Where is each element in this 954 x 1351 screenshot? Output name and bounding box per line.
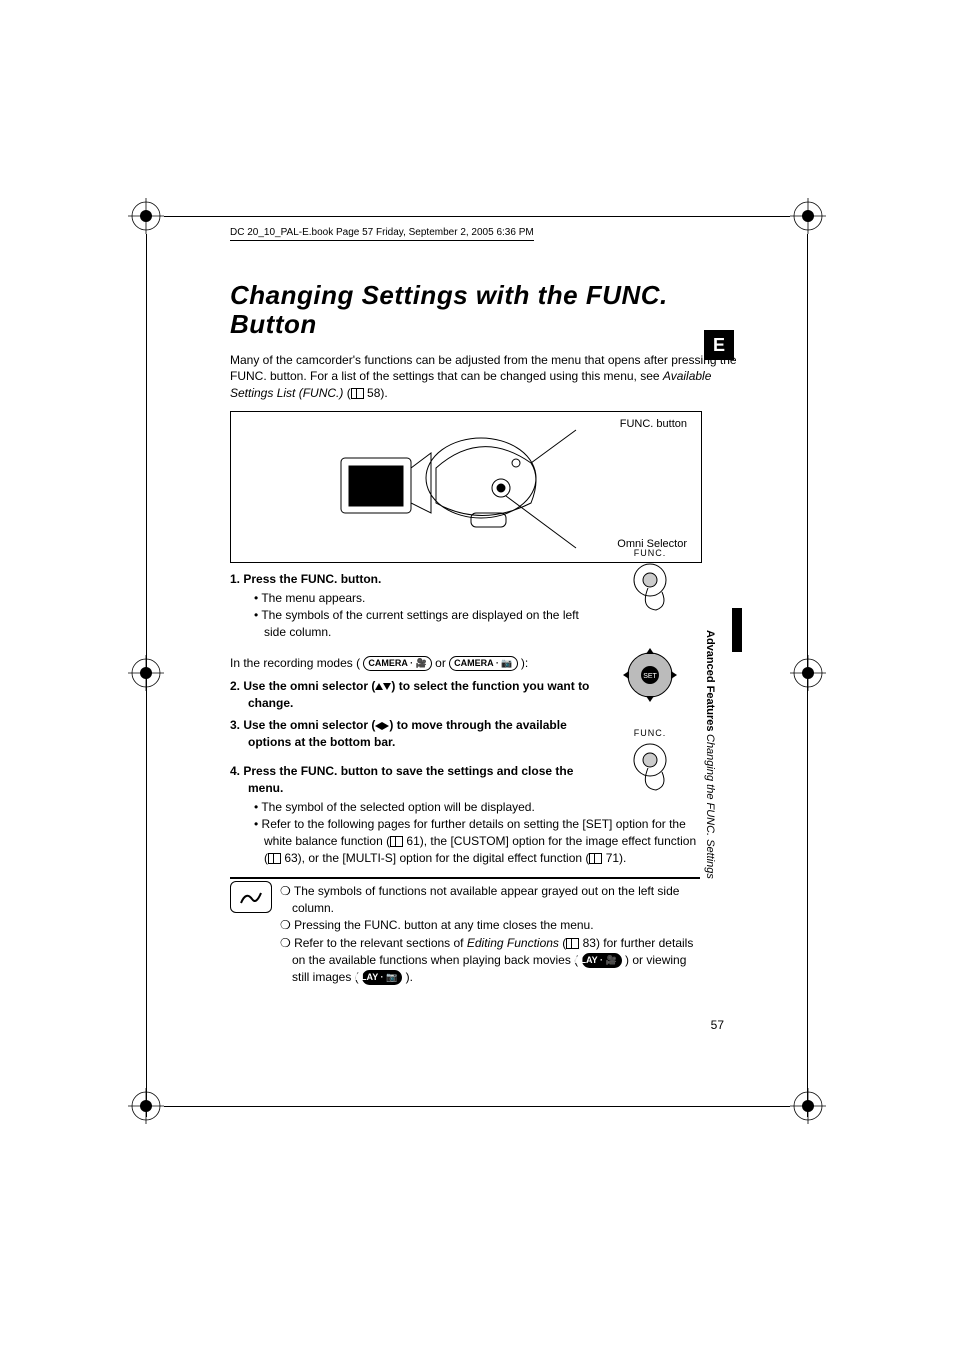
hand-press-icon bbox=[610, 738, 690, 794]
camera-movie-mode-badge: CAMERA · 🎥 bbox=[363, 656, 431, 671]
registration-mark-icon bbox=[128, 1088, 164, 1124]
step-2-heading: 2. Use the omni selector () to select th… bbox=[230, 678, 600, 712]
notes-section: ❍ The symbols of functions not available… bbox=[230, 879, 700, 986]
section-index-tab bbox=[732, 608, 742, 652]
set-label: SET bbox=[643, 673, 657, 680]
note-3-end: ). bbox=[402, 970, 413, 984]
note-3: ❍ Refer to the relevant sections of Edit… bbox=[280, 935, 700, 985]
recmode-mid: or bbox=[435, 656, 449, 670]
step-1-bullet-1: • The menu appears. bbox=[230, 590, 600, 607]
crop-line-top bbox=[164, 216, 790, 217]
intro-text-post: 58). bbox=[364, 386, 388, 400]
camcorder-illustration-icon bbox=[331, 418, 581, 558]
recording-modes-line: In the recording modes ( CAMERA · 🎥 or C… bbox=[230, 655, 600, 672]
page-reference-icon bbox=[390, 836, 403, 847]
func-button-press-illustration: FUNC. bbox=[610, 548, 690, 618]
registration-mark-icon bbox=[790, 198, 826, 234]
registration-mark-icon bbox=[128, 198, 164, 234]
camera-photo-mode-badge: CAMERA · 📷 bbox=[449, 656, 517, 671]
note-2: ❍ Pressing the FUNC. button at any time … bbox=[280, 917, 700, 934]
func-label-2: FUNC. bbox=[610, 728, 690, 738]
page-reference-icon bbox=[268, 853, 281, 864]
intro-paragraph: Many of the camcorder's functions can be… bbox=[230, 352, 750, 401]
side-section-title: Advanced Features bbox=[704, 630, 716, 731]
side-section-subtitle: Changing the FUNC. Settings bbox=[704, 734, 716, 879]
page-reference-icon bbox=[566, 938, 579, 949]
step-4-continued: • Refer to the following pages for furth… bbox=[230, 816, 700, 866]
note-3-pre: Refer to the relevant sections of bbox=[294, 936, 467, 950]
instruction-steps: 1. Press the FUNC. button. • The menu ap… bbox=[230, 571, 600, 816]
running-head: DC 20_10_PAL-E.book Page 57 Friday, Sept… bbox=[230, 227, 534, 241]
note-2-text: Pressing the FUNC. button at any time cl… bbox=[294, 918, 593, 932]
step-1-heading: 1. Press the FUNC. button. bbox=[230, 571, 600, 588]
step-4-bullet-2: • Refer to the following pages for furth… bbox=[230, 816, 700, 866]
camcorder-diagram: FUNC. button Omni Selector bbox=[230, 411, 702, 563]
step-2-pre: 2. Use the omni selector ( bbox=[230, 679, 375, 693]
page-number: 57 bbox=[711, 1018, 724, 1032]
func-label: FUNC. bbox=[610, 548, 690, 558]
note-1: ❍ The symbols of functions not available… bbox=[280, 883, 700, 917]
step4-b2-ref3: 71). bbox=[602, 851, 626, 865]
hand-press-icon bbox=[610, 558, 690, 614]
language-tab: E bbox=[704, 330, 734, 360]
play-movie-mode-badge: PLAY · 🎥 bbox=[582, 953, 622, 968]
intro-text-pre: Many of the camcorder's functions can be… bbox=[230, 353, 737, 383]
omni-selector-icon: SET bbox=[610, 640, 690, 710]
page-title: Changing Settings with the FUNC. Button bbox=[230, 281, 750, 338]
step4-b2-ref2: 63), or the [MULTI-S] option for the dig… bbox=[281, 851, 589, 865]
step-3-heading: 3. Use the omni selector () to move thro… bbox=[230, 717, 600, 751]
notes-icon bbox=[230, 881, 272, 913]
page-reference-icon bbox=[589, 853, 602, 864]
registration-mark-icon bbox=[128, 655, 164, 691]
page-reference-icon bbox=[351, 388, 364, 399]
step-4-bullet-1: • The symbol of the selected option will… bbox=[230, 799, 600, 816]
step-4-heading: 4. Press the FUNC. button to save the se… bbox=[230, 763, 600, 797]
func-button-press-illustration-2: FUNC. bbox=[610, 728, 690, 798]
step-3-pre: 3. Use the omni selector ( bbox=[230, 718, 375, 732]
note-3-ital: Editing Functions bbox=[467, 936, 559, 950]
registration-mark-icon bbox=[790, 655, 826, 691]
recmode-post: ): bbox=[521, 656, 528, 670]
play-photo-mode-badge: PLAY · 📷 bbox=[362, 970, 402, 985]
omni-selector-illustration: SET bbox=[610, 640, 690, 710]
step-1-bullet-2: • The symbols of the current settings ar… bbox=[230, 607, 600, 641]
registration-mark-icon bbox=[790, 1088, 826, 1124]
triangle-left-icon bbox=[375, 722, 382, 730]
note-1-text: The symbols of functions not available a… bbox=[292, 884, 679, 915]
diagram-label-func: FUNC. button bbox=[620, 418, 687, 430]
recmode-pre: In the recording modes ( bbox=[230, 656, 360, 670]
note-3-mid1: ( bbox=[559, 936, 566, 950]
crop-line-bottom bbox=[164, 1106, 790, 1107]
side-section-label: Advanced Features Changing the FUNC. Set… bbox=[704, 630, 724, 810]
triangle-up-icon bbox=[375, 683, 383, 690]
